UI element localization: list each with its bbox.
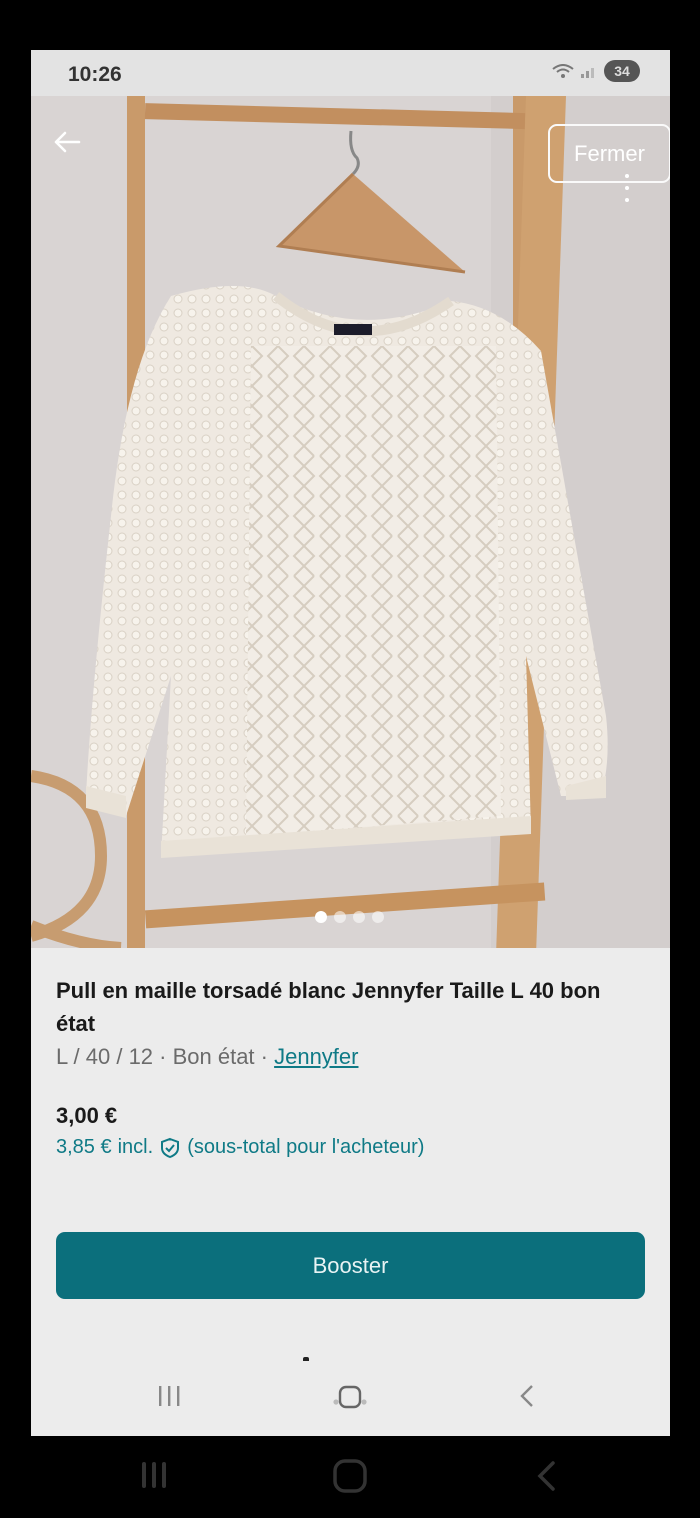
home-icon[interactable] <box>332 1458 368 1494</box>
buyer-price[interactable]: 3,85 € incl. (sous-total pour l'acheteur… <box>56 1136 424 1159</box>
shield-check-icon <box>161 1137 180 1158</box>
product-attributes: L / 40 / 12 · Bon état · <box>56 1044 275 1069</box>
home-icon[interactable] <box>333 1384 367 1410</box>
buyer-price-note: (sous-total pour l'acheteur) <box>187 1136 425 1158</box>
wifi-icon <box>552 64 574 78</box>
status-bar: 10:26 34 <box>31 50 670 96</box>
buyer-price-value: 3,85 € <box>56 1136 112 1158</box>
back-chevron-icon[interactable] <box>517 1384 537 1408</box>
handle-indicator <box>303 1357 309 1361</box>
status-icons: 34 <box>552 60 640 82</box>
product-price: 3,00 € <box>56 1103 118 1128</box>
pagination-dot[interactable] <box>334 911 346 923</box>
brand-link[interactable]: Jennyfer <box>274 1044 358 1069</box>
app-nav-bar <box>31 1357 670 1436</box>
sweater-image <box>31 96 670 948</box>
product-photo[interactable]: Fermer <box>31 96 670 948</box>
signal-icon <box>581 68 594 78</box>
pagination-dot[interactable] <box>372 911 384 923</box>
back-chevron-icon[interactable] <box>535 1460 557 1492</box>
close-button[interactable]: Fermer <box>548 124 670 183</box>
product-meta: L / 40 / 12 · Bon état · Jennyfer <box>56 1044 358 1070</box>
recents-icon[interactable] <box>157 1384 183 1408</box>
recents-icon[interactable] <box>140 1460 168 1490</box>
app-screen: 10:26 34 Fermer Pull en maille torsadé b… <box>31 50 670 1436</box>
system-nav-bar <box>0 1436 700 1518</box>
product-title: Pull en maille torsadé blanc Jennyfer Ta… <box>56 978 601 1036</box>
status-time: 10:26 <box>68 63 122 86</box>
gallery-pagination <box>315 911 384 923</box>
battery-indicator: 34 <box>604 60 640 82</box>
pagination-dot[interactable] <box>353 911 365 923</box>
pagination-dot[interactable] <box>315 911 327 923</box>
buyer-price-label: incl. <box>117 1136 154 1158</box>
booster-button[interactable]: Booster <box>56 1232 645 1299</box>
arrow-left-icon[interactable] <box>49 124 85 160</box>
